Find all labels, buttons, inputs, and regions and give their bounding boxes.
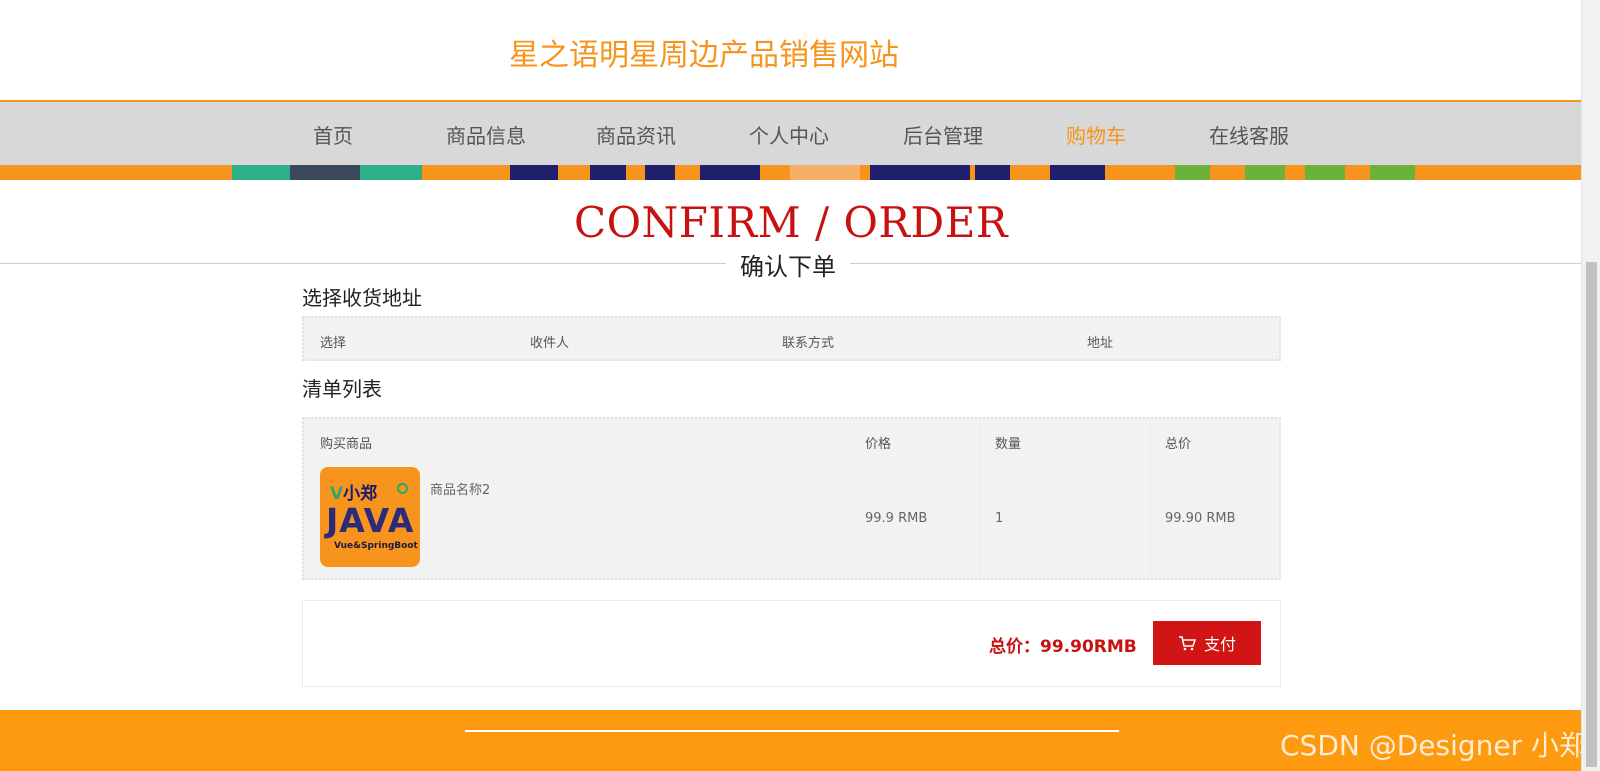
address-section-heading: 选择收货地址	[302, 286, 422, 310]
address-col-select: 选择	[320, 336, 347, 351]
page-title-en: CONFIRM / ORDER	[573, 198, 1009, 247]
address-col-contact: 联系方式	[782, 336, 835, 351]
product-quantity: 1	[995, 511, 1004, 526]
product-name[interactable]: 商品名称2	[430, 479, 490, 498]
circle-logo-icon	[397, 483, 408, 494]
nav-item-admin[interactable]: 后台管理	[903, 120, 983, 149]
footer-divider	[465, 730, 1119, 732]
watermark: CSDN @Designer 小郑	[1280, 729, 1588, 762]
address-table: 选择 收件人 联系方式 地址	[302, 316, 1281, 361]
order-col-divider	[850, 419, 852, 578]
nav-item-cart[interactable]: 购物车	[1066, 120, 1126, 149]
thumbnail-subtitle: Vue&SpringBoot	[334, 541, 418, 551]
product-price: 99.9 RMB	[865, 511, 928, 526]
product-thumbnail[interactable]: V小郑 JAVA Vue&SpringBoot	[320, 467, 420, 567]
order-col-total: 总价	[1165, 437, 1192, 452]
nav-item-products[interactable]: 商品信息	[446, 120, 526, 149]
nav-item-support[interactable]: 在线客服	[1209, 120, 1289, 149]
cart-icon	[1178, 636, 1196, 651]
address-col-address: 地址	[1087, 336, 1114, 351]
scrollbar-thumb[interactable]	[1586, 262, 1597, 767]
thumbnail-title: JAVA	[326, 501, 415, 540]
pay-button[interactable]: 支付	[1153, 621, 1261, 665]
order-table: 购买商品 价格 数量 总价 V小郑 JAVA Vue&SpringBoot 商品…	[302, 417, 1281, 580]
order-summary: 总价：99.90RMB 支付	[302, 600, 1281, 687]
order-col-quantity: 数量	[995, 437, 1022, 452]
product-total: 99.90 RMB	[1165, 511, 1236, 526]
order-col-divider	[980, 419, 982, 578]
decorative-banner-strip	[0, 165, 1582, 180]
pay-button-label: 支付	[1203, 637, 1236, 654]
scrollbar[interactable]	[1581, 0, 1600, 771]
nav-item-profile[interactable]: 个人中心	[749, 120, 829, 149]
page-title-cn: 确认下单	[726, 247, 850, 282]
nav-item-home[interactable]: 首页	[313, 120, 353, 149]
order-col-product: 购买商品	[320, 437, 373, 452]
order-section-heading: 清单列表	[302, 377, 382, 401]
order-col-price: 价格	[865, 437, 892, 452]
main-nav: 首页 商品信息 商品资讯 个人中心 后台管理 购物车 在线客服	[0, 100, 1582, 167]
order-col-divider	[1150, 419, 1152, 578]
total-price: 总价：99.90RMB	[989, 637, 1137, 657]
nav-item-news[interactable]: 商品资讯	[596, 120, 676, 149]
address-col-recipient: 收件人	[530, 336, 570, 351]
site-title: 星之语明星周边产品销售网站	[509, 38, 899, 73]
